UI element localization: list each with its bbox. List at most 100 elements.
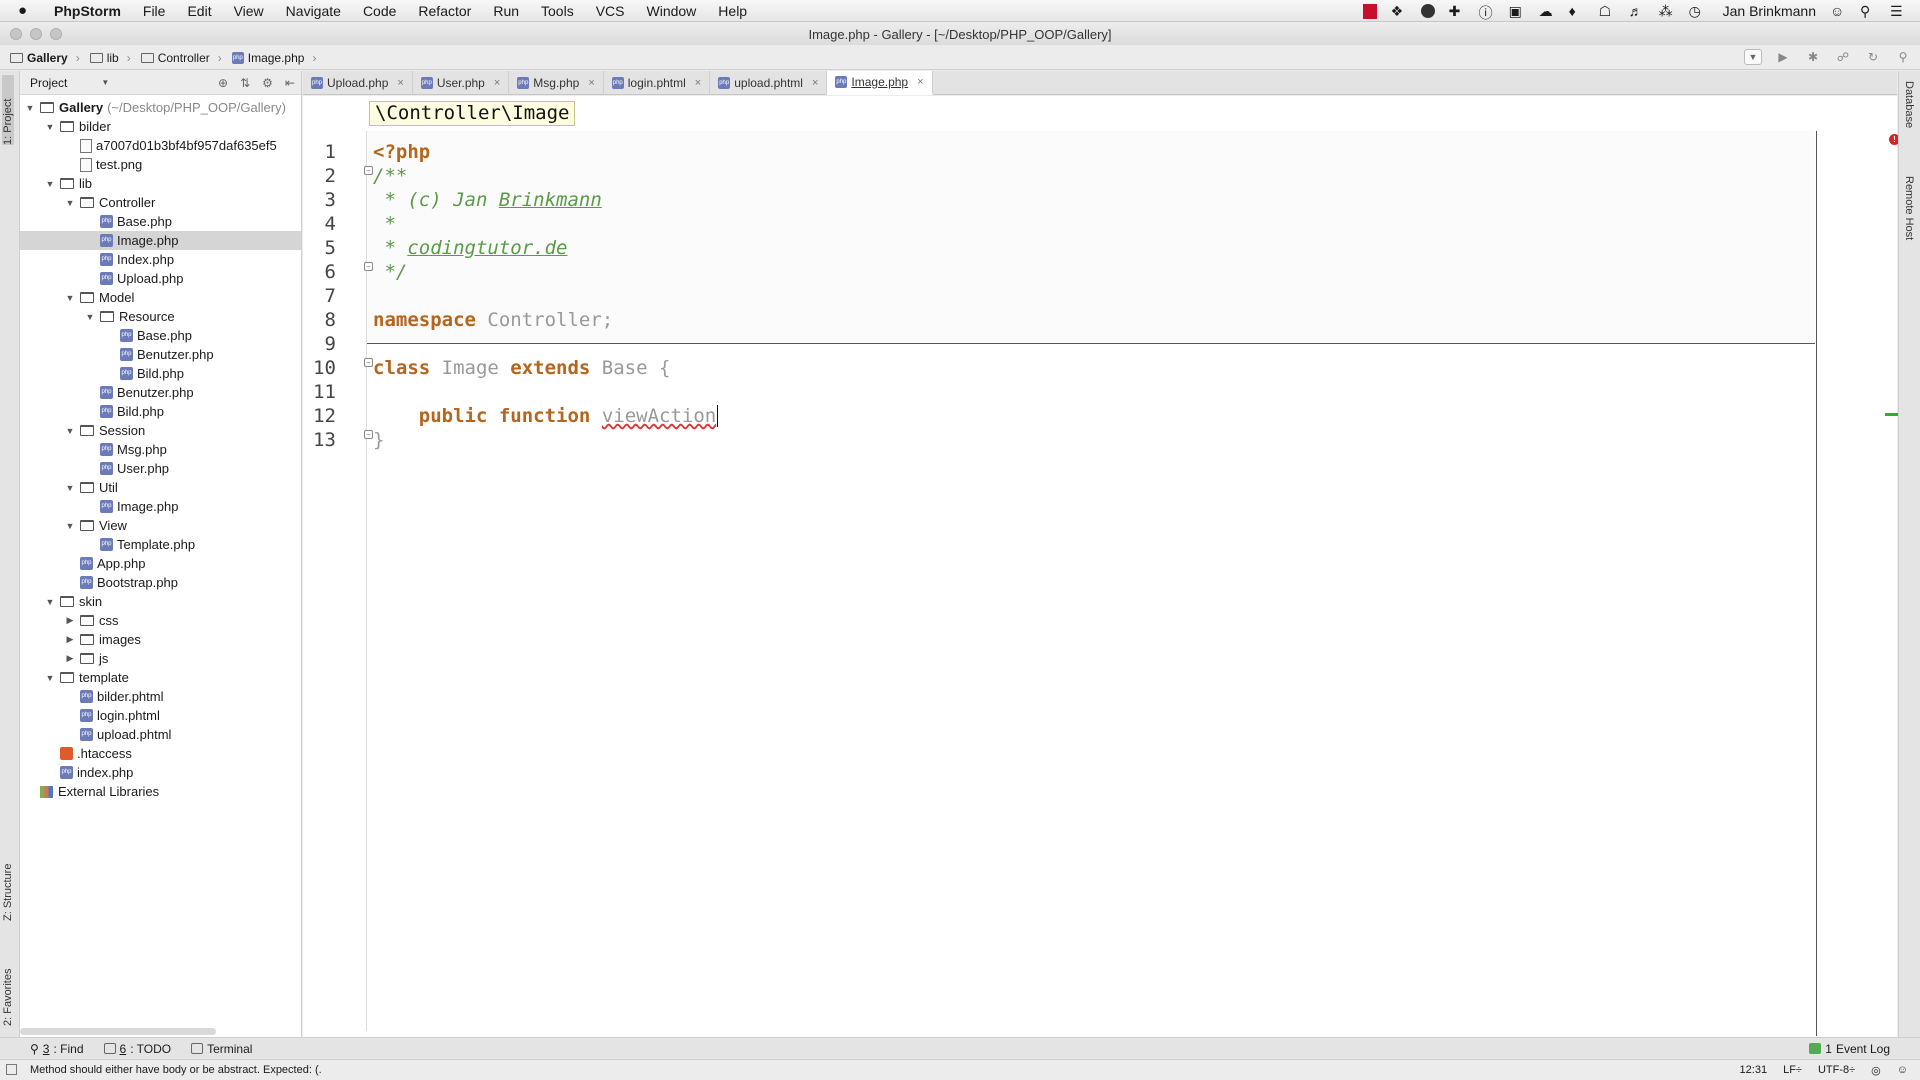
user-name[interactable]: Jan Brinkmann [1723,3,1816,19]
tree-file[interactable]: php Msg.php [20,440,301,459]
menu-file[interactable]: File [143,3,166,19]
tree-root[interactable]: ▼ Gallery (~/Desktop/PHP_OOP/Gallery) [20,98,301,117]
listen-debug-icon[interactable]: ☍ [1834,48,1852,66]
tree-file[interactable]: php User.php [20,459,301,478]
menu-edit[interactable]: Edit [187,3,211,19]
recording-icon[interactable] [1362,3,1377,19]
fold-toggle-icon[interactable]: – [364,358,373,367]
tree-folder[interactable]: ▼ template [20,668,301,687]
terminal-tool-button[interactable]: Terminal [191,1042,252,1056]
tree-external-libraries[interactable]: External Libraries [20,782,301,801]
tree-folder[interactable]: ▶ js [20,649,301,668]
menu-code[interactable]: Code [363,3,396,19]
doc-comment-link[interactable]: codingtutor.de [407,237,567,259]
chevron-right-icon[interactable]: ▶ [64,615,76,626]
tab-remote-host-tool[interactable]: Remote Host [1903,176,1915,240]
find-tool-button[interactable]: ⚲ 3: Find [30,1042,84,1056]
chevron-down-icon[interactable]: ▼ [64,521,76,531]
chevron-down-icon[interactable]: ▼ [84,312,96,322]
tab-structure-tool[interactable]: Z: Structure [2,841,14,921]
cloud-tray-icon[interactable]: ☁ [1539,3,1555,19]
chevron-down-icon[interactable]: ▼ [64,426,76,436]
fold-toggle-icon[interactable]: – [364,262,373,271]
tree-file[interactable]: php Bild.php [20,402,301,421]
time-machine-icon[interactable]: ◷ [1689,3,1705,19]
close-icon[interactable]: × [588,77,594,89]
change-marker[interactable] [1885,413,1899,416]
line-separator[interactable]: LF÷ [1783,1064,1802,1076]
menu-run[interactable]: Run [493,3,519,19]
close-icon[interactable]: × [397,77,403,89]
tree-file[interactable]: php Benutzer.php [20,345,301,364]
breadcrumb-gallery[interactable]: Gallery › [10,51,80,65]
volume-icon[interactable]: ♬ [1629,3,1645,19]
run-icon[interactable]: ▶ [1774,48,1792,66]
tree-file[interactable]: php Bootstrap.php [20,573,301,592]
plus-tray-icon[interactable]: ✚ [1449,3,1465,19]
apple-icon[interactable]: ● [18,2,40,19]
tree-folder[interactable]: ▼ Util [20,478,301,497]
tab-image-php[interactable]: php Image.php × [827,71,933,95]
tree-file[interactable]: php Base.php [20,212,301,231]
chevron-down-icon[interactable]: ▼ [64,198,76,208]
breadcrumb-image-php[interactable]: php Image.php › [231,51,316,65]
chevron-down-icon[interactable]: ▼ [101,78,109,87]
tab-upload-php[interactable]: php Upload.php × [303,71,413,95]
info-tray-icon[interactable]: ⓘ [1479,3,1495,21]
tree-folder[interactable]: ▶ images [20,630,301,649]
chevron-down-icon[interactable]: ▼ [44,597,56,607]
expand-arrow-icon[interactable]: ▼ [24,103,36,113]
tab-favorites-tool[interactable]: 2: Favorites [2,946,14,1026]
user-icon[interactable]: ☺ [1830,3,1846,19]
spotlight-icon[interactable]: ⚲ [1860,3,1876,19]
todo-tool-button[interactable]: 6: TODO [103,1042,171,1056]
tree-folder[interactable]: ▶ css [20,611,301,630]
tree-file[interactable]: php bilder.phtml [20,687,301,706]
project-horizontal-scrollbar[interactable] [20,1028,216,1035]
tree-folder[interactable]: ▼ Model [20,288,301,307]
menu-vcs[interactable]: VCS [596,3,625,19]
chevron-right-icon[interactable]: ▶ [64,653,76,664]
gear-icon[interactable]: ⚙ [262,76,273,90]
minimize-window-button[interactable] [30,28,42,40]
tree-file[interactable]: php App.php [20,554,301,573]
tab-user-php[interactable]: php User.php × [413,71,510,95]
fold-toggle-icon[interactable]: – [364,166,373,175]
chevron-down-icon[interactable]: ▼ [44,122,56,132]
project-view-label[interactable]: Project [30,76,67,90]
search-everywhere-icon[interactable]: ⚲ [1894,48,1912,66]
close-icon[interactable]: × [695,77,701,89]
tree-folder[interactable]: ▼ bilder [20,117,301,136]
caret-position[interactable]: 12:31 [1740,1064,1768,1076]
tree-file[interactable]: php Image.php [20,497,301,516]
tree-file[interactable]: .htaccess [20,744,301,763]
close-window-button[interactable] [10,28,22,40]
collapse-all-icon[interactable]: ⇅ [240,76,250,90]
breadcrumb-lib[interactable]: lib › [89,51,131,65]
menu-window[interactable]: Window [647,3,697,19]
tab-login-phtml[interactable]: php login.phtml × [604,71,711,95]
menu-app-name[interactable]: PhpStorm [54,3,121,19]
tree-file[interactable]: a7007d01b3bf4bf957daf635ef5 [20,136,301,155]
breadcrumb-controller[interactable]: Controller › [140,51,222,65]
notification-center-icon[interactable]: ☰ [1890,3,1906,19]
tab-database-tool[interactable]: Database [1903,81,1915,128]
chevron-down-icon[interactable]: ▼ [64,483,76,493]
debug-icon[interactable]: ✱ [1804,48,1822,66]
tree-folder[interactable]: ▼ Controller [20,193,301,212]
file-encoding[interactable]: UTF-8÷ [1818,1064,1855,1076]
close-icon[interactable]: × [494,77,500,89]
menu-tools[interactable]: Tools [541,3,574,19]
evernote-icon[interactable]: ♦ [1569,3,1585,19]
tree-folder[interactable]: ▼ Resource [20,307,301,326]
tree-file[interactable]: php Upload.php [20,269,301,288]
bluetooth-icon[interactable]: ⁂ [1659,3,1675,19]
tab-project-tool[interactable]: 1: Project [2,75,14,145]
close-icon[interactable]: × [812,77,818,89]
tree-file[interactable]: test.png [20,155,301,174]
tree-file[interactable]: php Bild.php [20,364,301,383]
tree-file[interactable]: php index.php [20,763,301,782]
tree-folder[interactable]: ▼ Session [20,421,301,440]
sync-icon[interactable]: ↻ [1864,48,1882,66]
inspector-icon[interactable]: ☺ [1897,1064,1908,1076]
